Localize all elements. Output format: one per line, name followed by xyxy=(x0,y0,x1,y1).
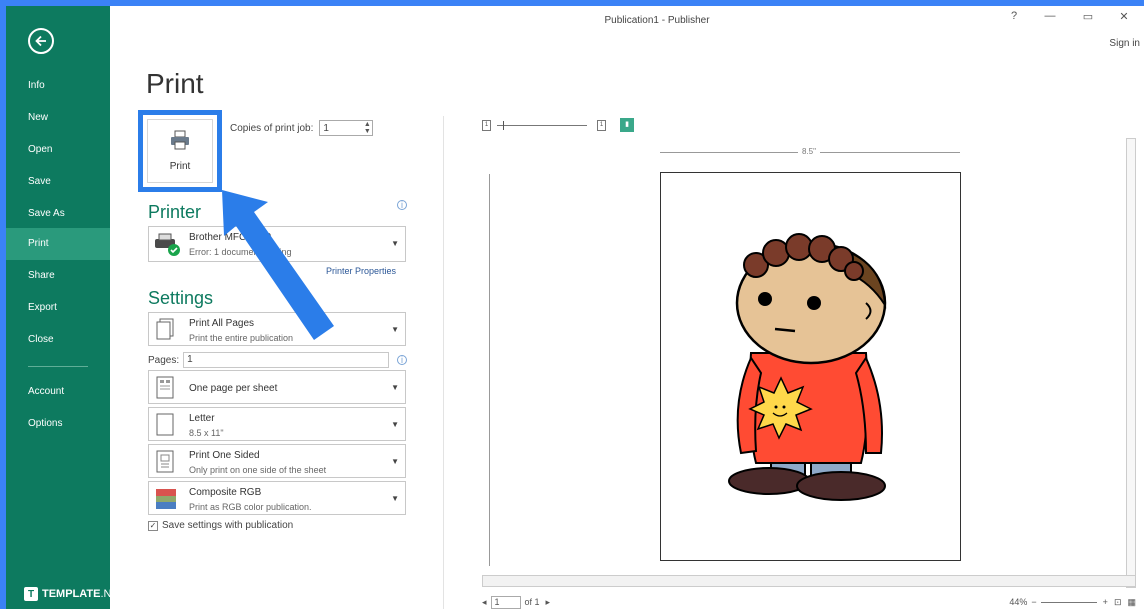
color-mode-dropdown[interactable]: Composite RGB Print as RGB color publica… xyxy=(148,481,406,515)
view-options-icon[interactable]: ▦ xyxy=(1127,597,1136,608)
restore-button[interactable]: ▭ xyxy=(1078,10,1098,23)
pages-per-sheet-dropdown[interactable]: One page per sheet ▼ xyxy=(148,370,406,404)
title-bar: Publication1 - Publisher ? — ▭ ✕ xyxy=(110,6,1144,36)
save-settings-label: Save settings with publication xyxy=(162,520,294,531)
preview-status-bar: ◂ 1 of 1 ▸ 44% − + ⊡ ▦ xyxy=(482,595,1136,609)
copies-spinner[interactable]: 1 ▲ ▼ xyxy=(319,120,374,136)
app-window: Info New Open Save Save As Print Share E… xyxy=(6,6,1144,609)
chevron-down-icon: ▼ xyxy=(391,420,399,429)
chevron-down-icon: ▼ xyxy=(391,325,399,334)
sidebar-item-export[interactable]: Export xyxy=(6,292,110,324)
minimize-button[interactable]: — xyxy=(1040,10,1060,22)
paper-size-dropdown[interactable]: Letter 8.5 x 11" ▼ xyxy=(148,407,406,441)
page-zoom-slider[interactable] xyxy=(497,120,587,130)
page-preview xyxy=(660,172,961,561)
zoom-in-icon[interactable]: + xyxy=(1103,597,1108,607)
spinner-arrows-icon[interactable]: ▲ ▼ xyxy=(362,121,372,135)
pages-label: Pages: xyxy=(148,354,180,366)
sidebar-item-new[interactable]: New xyxy=(6,102,110,134)
paper-size-title: Letter xyxy=(189,413,215,424)
single-page-icon[interactable]: 1 xyxy=(482,119,491,131)
info-icon[interactable]: i xyxy=(397,200,407,210)
printer-status-icon xyxy=(153,231,181,262)
horizontal-ruler: 8.5" xyxy=(660,147,960,157)
page-width-label: 8.5" xyxy=(798,147,820,156)
pages-input[interactable]: 1 xyxy=(183,352,390,368)
copies-control: Copies of print job: 1 ▲ ▼ xyxy=(230,120,374,136)
checkmark-icon: ✓ xyxy=(148,520,158,531)
cartoon-boy-illustration xyxy=(728,233,887,501)
color-mode-title: Composite RGB xyxy=(189,487,262,498)
copies-value: 1 xyxy=(323,122,329,134)
save-settings-checkbox[interactable]: ✓ Save settings with publication xyxy=(148,520,293,531)
vertical-scrollbar[interactable] xyxy=(1126,138,1136,588)
sidebar-item-share[interactable]: Share xyxy=(6,260,110,292)
brand-name-suffix: .NET xyxy=(100,588,126,600)
chevron-down-icon: ▼ xyxy=(391,239,399,248)
print-preview: 1 1 ▮ 8.5" ◂ 1 of 1 ▸ 44% − + ⊡ ▦ xyxy=(456,110,1136,609)
fit-page-icon[interactable]: 1 xyxy=(597,119,606,131)
copies-label: Copies of print job: xyxy=(230,122,314,134)
brand-name-bold: TEMPLATE xyxy=(42,588,101,600)
preview-zoom-controls: 1 1 ▮ xyxy=(456,118,634,132)
multi-page-icon[interactable]: ▮ xyxy=(620,118,634,132)
sidebar-item-save-as[interactable]: Save As xyxy=(6,198,110,230)
previous-page-icon[interactable]: ◂ xyxy=(482,597,487,608)
paper-icon xyxy=(153,412,179,443)
printer-icon xyxy=(169,130,191,155)
pages-row: Pages: 1 xyxy=(148,352,390,368)
one-sided-icon xyxy=(153,449,179,480)
annotation-arrow-icon xyxy=(222,190,334,340)
chevron-down-icon: ▼ xyxy=(391,457,399,466)
sidebar-item-options[interactable]: Options xyxy=(6,408,110,440)
sidebar-divider xyxy=(28,366,88,367)
print-button[interactable]: Print xyxy=(138,110,222,192)
panel-divider xyxy=(443,116,444,609)
sidebar-item-save[interactable]: Save xyxy=(6,166,110,198)
zoom-slider[interactable] xyxy=(1040,601,1097,603)
color-swatch-icon xyxy=(153,486,179,517)
print-button-label: Print xyxy=(169,161,191,172)
chevron-down-icon: ▼ xyxy=(391,383,399,392)
info-icon[interactable]: i xyxy=(397,355,407,365)
close-button[interactable]: ✕ xyxy=(1114,10,1134,23)
sidebar-item-account[interactable]: Account xyxy=(6,376,110,408)
brand-logo-mark: T xyxy=(24,587,38,601)
backstage-sidebar: Info New Open Save Save As Print Share E… xyxy=(6,6,126,609)
arrow-left-icon[interactable] xyxy=(28,28,54,54)
sides-title: Print One Sided xyxy=(189,450,260,461)
page-count: of 1 xyxy=(524,597,540,607)
color-mode-subtitle: Print as RGB color publication. xyxy=(189,502,312,512)
printer-heading: Printer xyxy=(148,202,202,222)
template-net-logo: T TEMPLATE .NET xyxy=(24,587,126,601)
page-title: Print xyxy=(146,68,204,99)
next-page-icon[interactable]: ▸ xyxy=(546,597,551,608)
sidebar-item-close[interactable]: Close xyxy=(6,324,110,356)
pages-icon xyxy=(153,317,179,348)
fit-to-window-icon[interactable]: ⊡ xyxy=(1114,597,1122,608)
zoom-level: 44% xyxy=(1009,597,1028,607)
horizontal-scrollbar[interactable] xyxy=(482,575,1136,587)
sides-subtitle: Only print on one side of the sheet xyxy=(189,465,327,475)
sides-dropdown[interactable]: Print One Sided Only print on one side o… xyxy=(148,444,406,478)
settings-heading: Settings xyxy=(148,288,214,308)
window-title: Publication1 - Publisher xyxy=(604,15,710,26)
pages-per-sheet-title: One page per sheet xyxy=(189,383,278,394)
sidebar-item-info[interactable]: Info xyxy=(6,70,110,102)
sign-in-link[interactable]: Sign in xyxy=(1109,38,1140,49)
chevron-down-icon: ▼ xyxy=(391,494,399,503)
layout-icon xyxy=(153,375,179,406)
paper-size-subtitle: 8.5 x 11" xyxy=(189,428,224,438)
sidebar-item-print[interactable]: Print xyxy=(6,228,110,260)
page-number-input[interactable]: 1 xyxy=(490,595,521,609)
zoom-out-icon[interactable]: − xyxy=(1031,597,1036,607)
help-button[interactable]: ? xyxy=(1004,10,1024,22)
vertical-ruler xyxy=(484,174,494,566)
sidebar-item-open[interactable]: Open xyxy=(6,134,110,166)
